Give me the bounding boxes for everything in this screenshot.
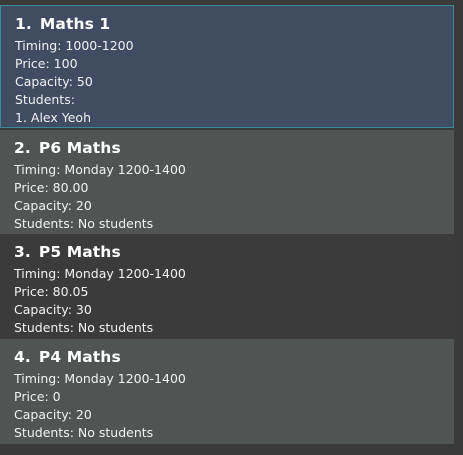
class-title: 1. Maths 1 bbox=[15, 11, 453, 37]
class-price: Price: 80.00 bbox=[14, 180, 89, 195]
student-item: 1. Alex Yeoh bbox=[15, 110, 92, 125]
class-capacity: Capacity: 30 bbox=[14, 302, 92, 317]
class-index: 1. bbox=[15, 15, 32, 33]
class-title: 2. P6 Maths bbox=[14, 135, 454, 161]
class-title: 3. P5 Maths bbox=[14, 239, 454, 265]
class-card-4[interactable]: 4. P4 Maths Timing: Monday 1200-1400 Pric… bbox=[0, 339, 454, 444]
class-card-3[interactable]: 3. P5 Maths Timing: Monday 1200-1400 Pric… bbox=[0, 234, 454, 339]
class-title: 4. P4 Maths bbox=[14, 344, 454, 370]
class-students-label: Students: No students bbox=[14, 425, 154, 440]
class-index: 4. bbox=[14, 348, 31, 366]
class-card-1[interactable]: 1. Maths 1 Timing: 1000-1200 Price: 100 C… bbox=[0, 5, 454, 128]
class-timing: Timing: 1000-1200 bbox=[15, 38, 134, 53]
class-card-2[interactable]: 2. P6 Maths Timing: Monday 1200-1400 Pric… bbox=[0, 130, 454, 234]
class-name: P5 Maths bbox=[38, 243, 121, 261]
class-index: 3. bbox=[14, 243, 31, 261]
class-price: Price: 100 bbox=[15, 56, 78, 71]
class-price: Price: 80.05 bbox=[14, 284, 89, 299]
class-capacity: Capacity: 50 bbox=[15, 74, 93, 89]
class-students-label: Students: bbox=[15, 92, 75, 107]
class-timing: Timing: Monday 1200-1400 bbox=[14, 371, 186, 386]
class-students-label: Students: No students bbox=[14, 216, 154, 231]
class-list: 1. Maths 1 Timing: 1000-1200 Price: 100 C… bbox=[0, 0, 463, 455]
class-capacity: Capacity: 20 bbox=[14, 407, 92, 422]
class-price: Price: 0 bbox=[14, 389, 61, 404]
class-name: P6 Maths bbox=[38, 139, 121, 157]
class-name: Maths 1 bbox=[39, 15, 111, 33]
class-index: 2. bbox=[14, 139, 31, 157]
class-timing: Timing: Monday 1200-1400 bbox=[14, 266, 186, 281]
class-name: P4 Maths bbox=[38, 348, 121, 366]
class-capacity: Capacity: 20 bbox=[14, 198, 92, 213]
class-timing: Timing: Monday 1200-1400 bbox=[14, 162, 186, 177]
class-students-label: Students: No students bbox=[14, 320, 154, 335]
scrollbar-track[interactable] bbox=[454, 0, 463, 455]
